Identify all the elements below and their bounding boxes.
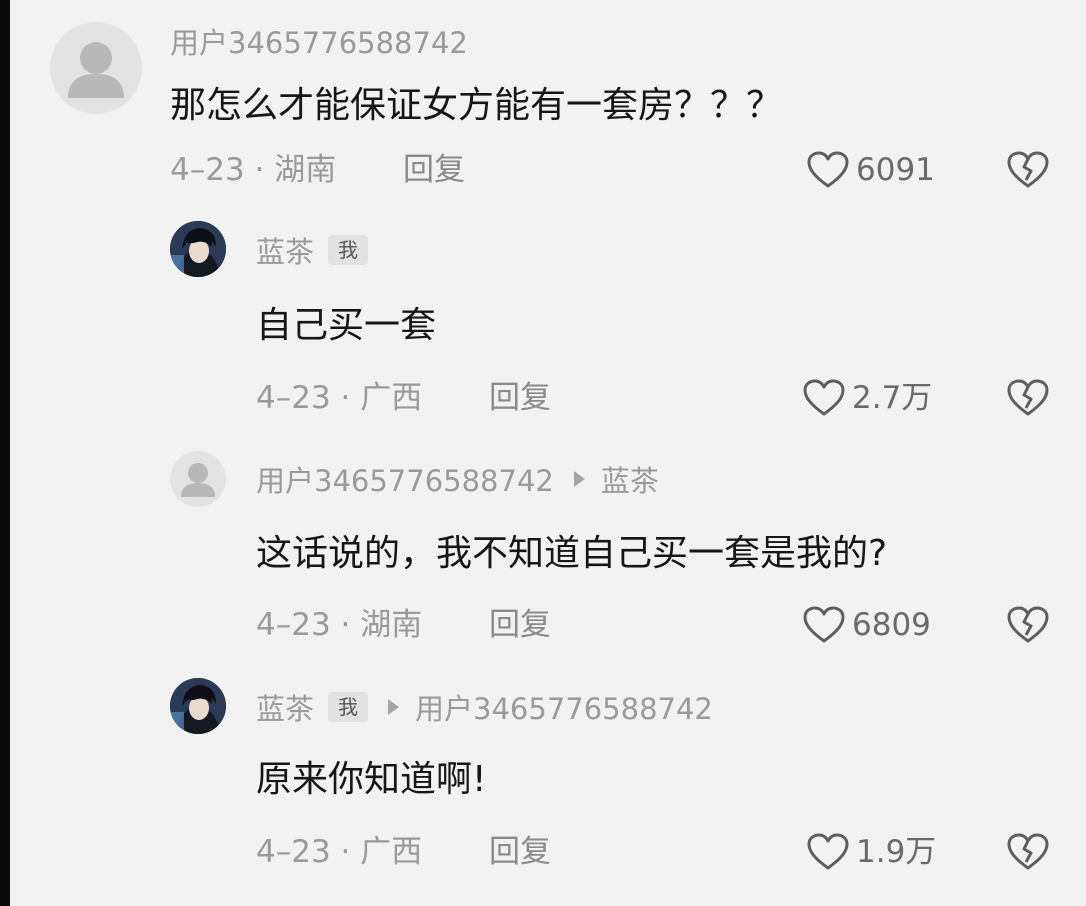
broken-heart-icon — [1007, 151, 1049, 188]
me-badge: 我 — [328, 692, 369, 722]
comment-footer: 4–23 · 广西 回复 1.9万 — [0, 831, 1086, 875]
like-count: 6091 — [856, 152, 935, 188]
reply-button[interactable]: 回复 — [489, 831, 551, 873]
comment-text: 原来你知道啊! — [256, 759, 487, 800]
heart-outline-icon — [807, 151, 849, 188]
date-location: 4–23 · 湖南 — [170, 152, 337, 188]
person-silhouette-icon — [181, 463, 215, 497]
reply-button[interactable]: 回复 — [489, 377, 551, 419]
dislike-button[interactable] — [1006, 378, 1050, 418]
heart-outline-icon — [803, 606, 845, 643]
username[interactable]: 蓝茶 — [256, 686, 314, 728]
date-location: 4–23 · 广西 — [256, 380, 423, 416]
comment-header: 用户3465776588742 蓝茶 — [256, 459, 659, 499]
broken-heart-icon — [1007, 833, 1049, 870]
comment-footer: 4–23 · 湖南 回复 6809 — [0, 604, 1086, 648]
like-count: 1.9万 — [856, 834, 937, 870]
reply-target-username[interactable]: 用户3465776588742 — [415, 686, 713, 728]
comment-text: 自己买一套 — [256, 305, 437, 346]
heart-outline-icon — [803, 379, 845, 416]
like-button[interactable]: 6091 — [806, 149, 935, 191]
user-avatar[interactable] — [170, 451, 226, 507]
like-button[interactable]: 1.9万 — [806, 831, 936, 873]
comment-text: 那怎么才能保证女方能有一套房？？？ — [170, 85, 783, 126]
date-location: 4–23 · 湖南 — [256, 607, 423, 643]
username[interactable]: 用户3465776588742 — [256, 458, 554, 500]
like-button[interactable]: 6809 — [802, 604, 931, 646]
anime-avatar-image — [170, 678, 226, 734]
like-button[interactable]: 2.7万 — [802, 377, 932, 419]
comment-header: 用户3465776588742 — [170, 22, 468, 60]
comment-footer: 4–23 · 湖南 回复 6091 — [0, 149, 1086, 193]
username[interactable]: 用户3465776588742 — [170, 20, 468, 62]
comment-header: 蓝茶 我 — [256, 229, 369, 271]
heart-outline-icon — [807, 833, 849, 870]
reply-target-username[interactable]: 蓝茶 — [601, 458, 659, 500]
user-avatar[interactable] — [170, 678, 226, 734]
date-location: 4–23 · 广西 — [256, 834, 423, 870]
comment-text: 这话说的，我不知道自己买一套是我的? — [256, 533, 888, 574]
triangle-right-icon — [573, 471, 585, 487]
like-count: 2.7万 — [852, 380, 933, 416]
username[interactable]: 蓝茶 — [256, 229, 314, 271]
user-avatar[interactable] — [170, 221, 226, 277]
screen-left-edge — [0, 0, 10, 906]
comment-footer: 4–23 · 广西 回复 2.7万 — [0, 377, 1086, 421]
anime-avatar-image — [170, 221, 226, 277]
broken-heart-icon — [1007, 606, 1049, 643]
person-silhouette-icon — [68, 42, 124, 98]
reply-button[interactable]: 回复 — [403, 149, 465, 191]
triangle-right-icon — [388, 699, 400, 715]
broken-heart-icon — [1007, 379, 1049, 416]
reply-button[interactable]: 回复 — [489, 604, 551, 646]
comment-header: 蓝茶 我 用户3465776588742 — [256, 687, 713, 727]
dislike-button[interactable] — [1006, 832, 1050, 872]
like-count: 6809 — [852, 607, 931, 643]
me-badge: 我 — [328, 235, 369, 265]
dislike-button[interactable] — [1006, 605, 1050, 645]
dislike-button[interactable] — [1006, 150, 1050, 190]
user-avatar[interactable] — [50, 22, 142, 114]
